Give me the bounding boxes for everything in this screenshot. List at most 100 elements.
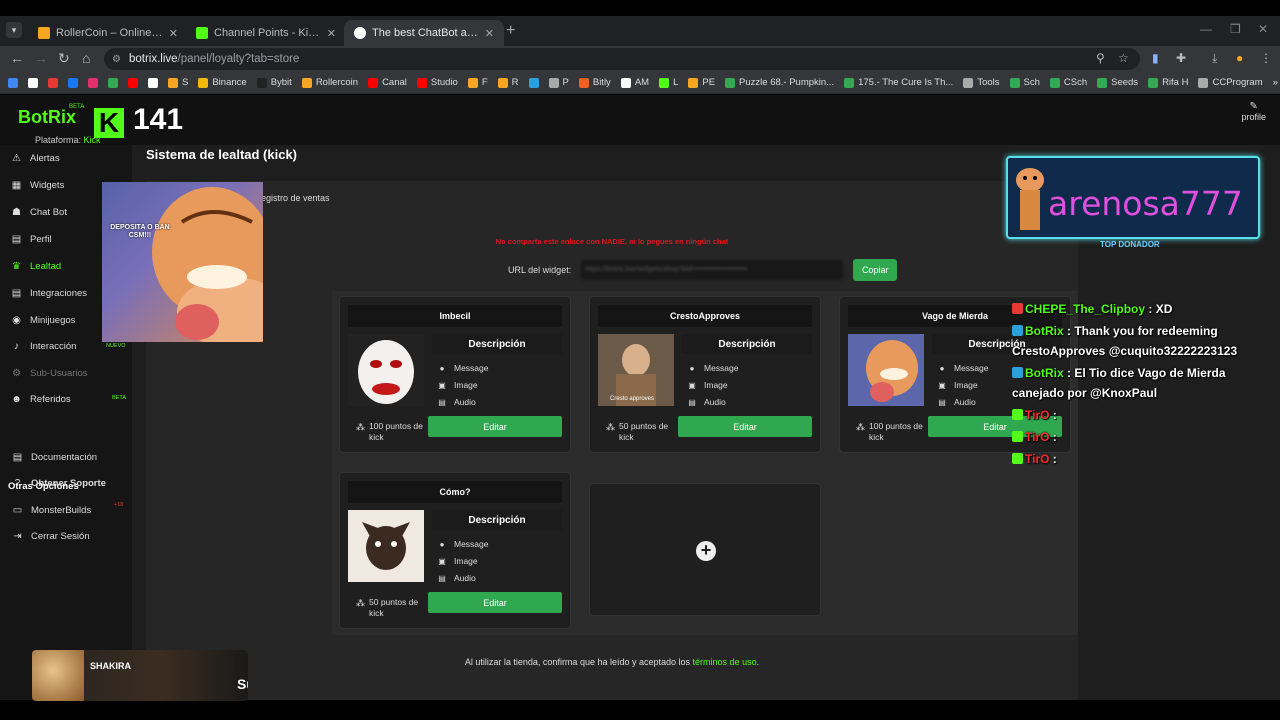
description-header: Descripción — [432, 510, 562, 530]
bookmark-item[interactable] — [8, 77, 18, 88]
bookmark-item[interactable]: F — [467, 77, 488, 88]
bookmark-item[interactable] — [148, 77, 158, 88]
sidebar-icon: ? — [14, 477, 21, 489]
bookmark-item[interactable]: Tools — [963, 77, 1000, 88]
sidebar-item-alertas[interactable]: ⚠ Alertas — [0, 145, 132, 171]
bookmark-label: Puzzle 68.- Pumpkin... — [739, 77, 835, 88]
rewards-panel: + Imbecil Descripción ● Message ▣ Image ▤ Audio… — [332, 291, 1078, 635]
close-icon[interactable]: ✕ — [485, 27, 494, 40]
chat-username: TirO — [1025, 430, 1050, 444]
bookmark-item[interactable]: Bitly — [578, 77, 611, 88]
bookmark-item[interactable]: Studio — [416, 77, 458, 88]
chat-message: BotRix : El Tio dice Vago de Mierda cane… — [1012, 363, 1262, 403]
bookmark-favicon-icon — [548, 77, 559, 88]
tab-title: RollerCoin – Online Bitcoin Mining — [56, 27, 163, 39]
bookmark-item[interactable]: CSch — [1049, 77, 1087, 88]
meme-illustration — [152, 187, 263, 342]
reload-icon[interactable]: ↻ — [58, 50, 70, 67]
terms-link[interactable]: términos de uso — [693, 657, 757, 667]
edit-button[interactable]: Editar — [678, 416, 812, 437]
address-bar[interactable]: ⚙ botrix.live/panel/loyalty?tab=store — [104, 48, 1140, 70]
reward-image — [848, 334, 924, 406]
bookmark-item[interactable]: Sch — [1009, 77, 1040, 88]
forward-icon[interactable]: → — [34, 50, 48, 66]
bookmark-item[interactable] — [28, 77, 38, 88]
bookmark-item[interactable]: AM — [620, 77, 649, 88]
chat-message: CHEPE_The_Clipboy : XD — [1012, 299, 1262, 319]
bookmark-item[interactable] — [48, 77, 58, 88]
bookmark-item[interactable]: Binance — [198, 77, 247, 88]
bookmark-item[interactable]: CCProgram — [1198, 77, 1263, 88]
bookmark-item[interactable]: Rollercoin — [301, 77, 358, 88]
sidebar-other-3[interactable]: ⇥ Cerrar Sesión — [0, 523, 132, 549]
bookmark-item[interactable]: Puzzle 68.- Pumpkin... — [725, 77, 834, 88]
tab-kick-dashboard[interactable]: Channel Points - Kick Dashboard ✕ — [186, 20, 346, 46]
site-info-icon[interactable]: ⚙ — [112, 54, 121, 65]
profile-button[interactable]: ✎ profile — [1241, 101, 1266, 122]
download-icon[interactable]: ⤓ — [1212, 51, 1217, 66]
extensions-puzzle-icon[interactable]: ✚ — [1176, 51, 1186, 65]
sidebar-other-2[interactable]: ▭ MonsterBuilds — [0, 497, 132, 523]
sidebar-item-sub-usuarios[interactable]: ⚙ Sub-Usuarios — [0, 360, 132, 386]
bookmark-item[interactable]: Canal — [368, 77, 407, 88]
bookmark-item[interactable]: PE — [688, 77, 715, 88]
bookmark-item[interactable]: 175.- The Cure Is Th... — [844, 77, 953, 88]
sidebar-other-0[interactable]: ▤ Documentación — [0, 444, 132, 470]
add-reward-card[interactable]: + — [589, 483, 821, 616]
bookmark-item[interactable] — [528, 77, 539, 88]
maximize-icon[interactable]: ❐ — [1230, 22, 1241, 36]
bookmark-item[interactable]: P — [548, 77, 569, 88]
chat-message: BotRix : Thank you for redeeming CrestoA… — [1012, 321, 1262, 361]
bookmark-item[interactable] — [108, 77, 118, 88]
sidebar-item-label: Obtener Soporte — [31, 477, 106, 489]
reward-card: Imbecil Descripción ● Message ▣ Image ▤ Audio ⁂ 1… — [339, 296, 571, 453]
plus-icon[interactable]: + — [696, 541, 716, 561]
menu-icon[interactable]: ⋮ — [1260, 51, 1272, 65]
bookmark-item[interactable]: S — [168, 77, 188, 88]
tab-botrix[interactable]: The best ChatBot and Widgets ✕ — [344, 20, 504, 46]
reward-image — [348, 510, 424, 582]
more-bookmarks-icon[interactable]: » — [1273, 77, 1278, 88]
bookmark-label: PE — [702, 77, 716, 88]
bookmark-item[interactable] — [68, 77, 78, 88]
bookmark-item[interactable]: R — [497, 77, 519, 88]
browser-toolbar: ← → ↻ ⌂ ⚙ botrix.live/panel/loyalty?tab=… — [0, 46, 1280, 72]
profile-avatar-icon[interactable]: ● — [1236, 51, 1243, 65]
bookmark-item[interactable]: L — [659, 77, 678, 88]
close-icon[interactable]: ✕ — [169, 27, 178, 40]
sidebar-other-1[interactable]: ? Obtener Soporte — [0, 470, 132, 496]
sidebar-icon: ⚠ — [12, 152, 21, 164]
reward-cost: ⁂ 50 puntos de kick — [356, 597, 426, 618]
audio-icon: ▤ — [438, 573, 446, 583]
edit-button[interactable]: Editar — [428, 592, 562, 613]
brand-logo[interactable]: BotRix — [18, 107, 76, 128]
bookmark-item[interactable] — [128, 77, 138, 88]
minimize-icon[interactable]: — — [1200, 22, 1212, 36]
zoom-icon[interactable]: ⚲ — [1096, 51, 1105, 65]
back-icon[interactable]: ← — [10, 50, 24, 66]
profile-label: profile — [1241, 112, 1266, 122]
copy-button[interactable]: Copiar — [853, 259, 898, 281]
tab-sales-log[interactable]: egistro de ventas — [261, 193, 330, 203]
bookmark-item[interactable]: Seeds — [1097, 77, 1138, 88]
widget-url-field[interactable]: https://botrix.live/widgets/shop?bid=•••… — [581, 260, 844, 280]
edit-button[interactable]: Editar — [428, 416, 562, 437]
home-icon[interactable]: ⌂ — [82, 50, 90, 66]
reward-cost-label: 50 puntos de kick — [619, 421, 669, 442]
extension-icon[interactable]: ▮ — [1152, 51, 1159, 65]
window-close-icon[interactable]: ✕ — [1258, 22, 1268, 36]
bookmark-item[interactable]: Bybit — [256, 77, 292, 88]
reward-name: Cómo? — [348, 481, 562, 503]
points-icon: ⁂ — [356, 598, 365, 608]
bookmark-star-icon[interactable]: ☆ — [1118, 51, 1129, 65]
tab-search-button[interactable]: ▾ — [6, 22, 22, 38]
footer-text: Al utilizar la tienda, confirma que ha l… — [464, 657, 691, 667]
bookmark-item[interactable]: Rifa H — [1148, 77, 1188, 88]
bookmark-item[interactable] — [88, 77, 98, 88]
feature-label: Message — [454, 363, 489, 373]
bookmark-favicon-icon — [301, 77, 312, 88]
sidebar-icon: ☗ — [12, 206, 21, 218]
close-icon[interactable]: ✕ — [327, 27, 336, 40]
tab-rollercoin[interactable]: RollerCoin – Online Bitcoin Mining ✕ — [28, 20, 188, 46]
new-tab-button[interactable]: + — [506, 22, 515, 40]
